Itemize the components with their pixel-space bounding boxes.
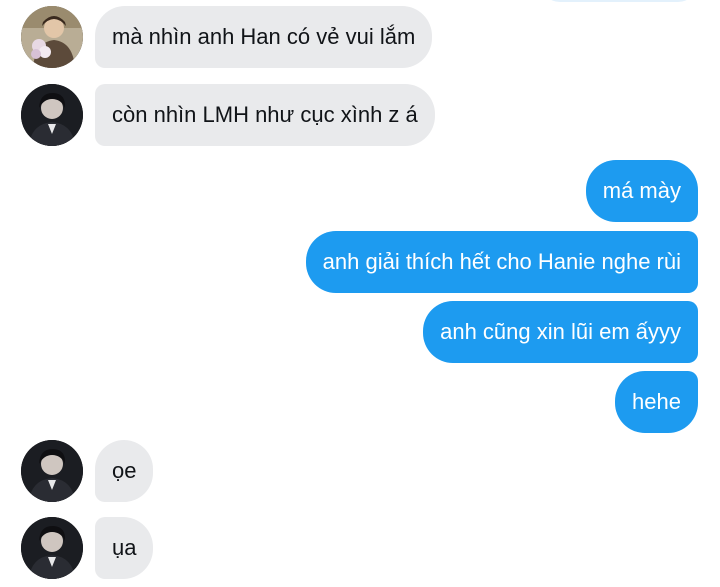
avatar-photo [21,84,83,146]
message-text: ọe [112,458,137,483]
avatar-photo [21,440,83,502]
message-text: ụa [112,535,137,560]
message-text: má mày [602,178,681,203]
incoming-message-bubble[interactable]: ọe [95,440,154,502]
partial-outgoing-bubble [540,0,698,2]
message-row: hehe [0,371,720,433]
outgoing-message-bubble[interactable]: anh giải thích hết cho Hanie nghe rùi [305,231,698,293]
message-row: anh cũng xin lũi em ấyyy [0,301,720,363]
incoming-message-bubble[interactable]: ụa [95,517,154,579]
outgoing-message-bubble[interactable]: hehe [615,371,698,433]
avatar-photo [21,6,83,68]
incoming-message-bubble[interactable]: mà nhìn anh Han có vẻ vui lắm [95,6,433,68]
avatar[interactable] [21,517,83,579]
message-text: còn nhìn LMH như cục xình z á [112,102,418,127]
outgoing-message-bubble[interactable]: anh cũng xin lũi em ấyyy [423,301,698,363]
avatar[interactable] [21,6,83,68]
outgoing-message-bubble[interactable]: má mày [585,160,698,222]
avatar[interactable] [21,84,83,146]
avatar[interactable] [21,440,83,502]
message-row: ụa [0,517,720,579]
message-text: hehe [632,389,681,414]
message-text: anh cũng xin lũi em ấyyy [440,319,681,344]
message-text: mà nhìn anh Han có vẻ vui lắm [112,24,416,49]
message-row: còn nhìn LMH như cục xình z á [0,84,720,146]
message-text: anh giải thích hết cho Hanie nghe rùi [322,249,681,274]
message-row: má mày [0,160,720,222]
message-row: anh giải thích hết cho Hanie nghe rùi [0,231,720,293]
incoming-message-bubble[interactable]: còn nhìn LMH như cục xình z á [95,84,435,146]
avatar-photo [21,517,83,579]
message-row: ọe [0,440,720,502]
message-row: mà nhìn anh Han có vẻ vui lắm [0,6,720,68]
chat-thread: mà nhìn anh Han có vẻ vui lắm còn nhìn L… [0,0,720,587]
